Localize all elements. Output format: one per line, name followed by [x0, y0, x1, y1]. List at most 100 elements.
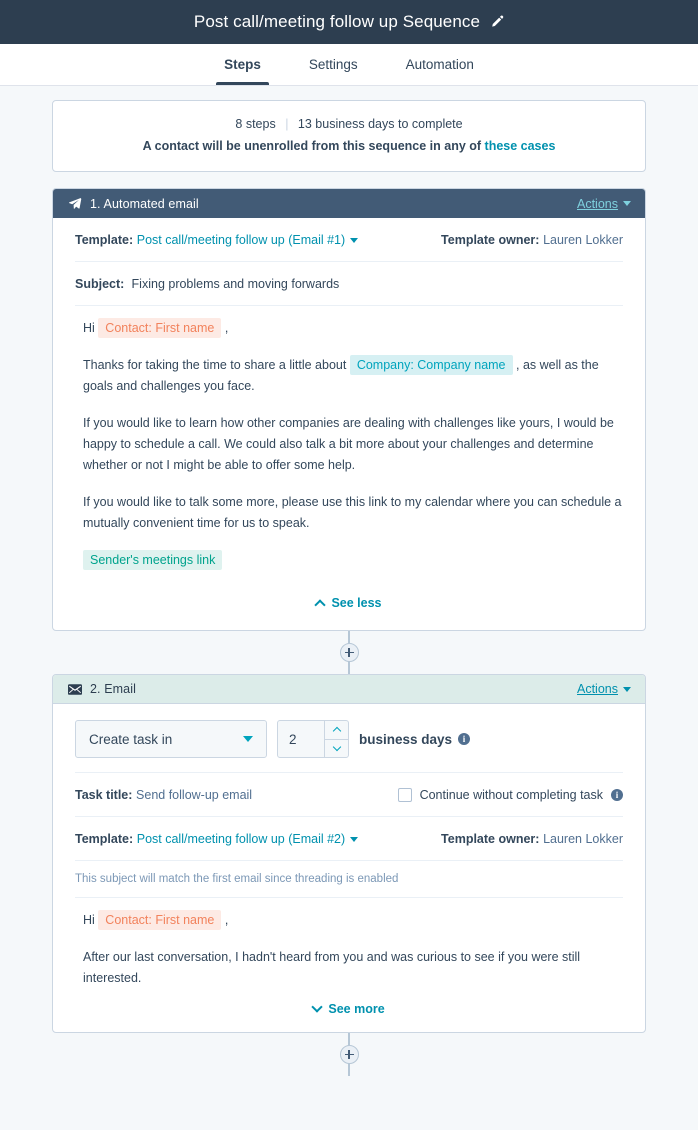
step-2-owner-label: Template owner: — [441, 832, 540, 846]
step-2-template-name: Post call/meeting follow up (Email #2) — [136, 832, 346, 846]
step-1-actions-label: Actions — [577, 196, 618, 211]
add-step-button-2[interactable] — [339, 1045, 359, 1064]
tab-steps-label: Steps — [224, 57, 261, 72]
delay-unit-text: business days i — [359, 731, 471, 747]
step-1-greeting: Hi Contact: First name , — [83, 318, 623, 339]
step-1-owner-label: Template owner: — [441, 233, 540, 247]
step-1-owner-value: Lauren Lokker — [543, 233, 623, 247]
tab-automation[interactable]: Automation — [382, 44, 498, 85]
step-2-actions-label: Actions — [577, 682, 618, 696]
step-2-greeting: Hi Contact: First name , — [83, 910, 623, 931]
step-2-paragraph-1: After our last conversation, I hadn't he… — [83, 950, 581, 985]
chevron-down-icon — [350, 237, 359, 243]
app-header: Post call/meeting follow up Sequence — [0, 0, 698, 44]
step-2-see-more-toggle[interactable]: See more — [75, 995, 623, 1032]
unenroll-cases-link[interactable]: these cases — [485, 139, 556, 153]
unenroll-text: A contact will be unenrolled from this s… — [142, 139, 485, 153]
summary-steps-count: 8 steps — [235, 117, 276, 131]
tab-automation-label: Automation — [405, 57, 474, 72]
step-2-task-title-row: Task title: Send follow-up email Continu… — [75, 773, 623, 817]
continue-without-task-checkbox[interactable] — [397, 787, 412, 802]
chevron-down-icon — [623, 201, 631, 206]
step-card-2: 2. Email Actions Create task in 2 busine… — [52, 674, 646, 1033]
connector-1 — [0, 631, 698, 674]
step-1-p1-before: Thanks for taking the time to share a li… — [83, 358, 347, 372]
connector-2 — [0, 1033, 698, 1076]
step-1-paragraph-1: Thanks for taking the time to share a li… — [83, 355, 623, 397]
chevron-down-icon — [243, 736, 253, 742]
delay-days-stepper[interactable]: 2 — [277, 720, 349, 758]
step-1-template-label: Template: — [75, 233, 134, 247]
sequence-summary-card: 8 steps | 13 business days to complete A… — [52, 100, 646, 172]
step-1-email-body: Hi Contact: First name , Thanks for taki… — [75, 306, 623, 577]
add-step-button-1[interactable] — [339, 643, 359, 662]
step-1-paragraph-3: If you would like to talk some more, ple… — [83, 495, 622, 530]
step-1-subject-row: Subject: Fixing problems and moving forw… — [75, 262, 623, 306]
step-1-paragraph-2: If you would like to learn how other com… — [83, 416, 614, 472]
step-2-title: 2. Email — [90, 682, 136, 696]
summary-separator: | — [285, 117, 289, 131]
step-1-see-less-toggle[interactable]: See less — [75, 577, 623, 630]
step-2-template-link[interactable]: Post call/meeting follow up (Email #2) — [136, 832, 359, 846]
continue-without-task-row[interactable]: Continue without completing task i — [397, 787, 623, 802]
task-type-select-value: Create task in — [89, 731, 173, 747]
plus-icon — [348, 648, 350, 657]
step-1-template-row: Template: Post call/meeting follow up (E… — [75, 218, 623, 262]
delay-days-value[interactable]: 2 — [278, 721, 324, 757]
step-2-greeting-suffix: , — [224, 913, 229, 927]
token-company-name[interactable]: Company: Company name — [349, 355, 513, 375]
chevron-down-icon — [311, 1001, 324, 1013]
paper-plane-icon — [67, 197, 82, 211]
steps-content: 8 steps | 13 business days to complete A… — [0, 86, 698, 1076]
summary-duration: 13 business days to complete — [297, 117, 463, 131]
pencil-icon[interactable] — [490, 15, 504, 29]
step-card-1: 1. Automated email Actions Template: Pos… — [52, 188, 646, 631]
step-2-email-body: Hi Contact: First name , After our last … — [75, 898, 623, 995]
step-2-threading-note: This subject will match the first email … — [75, 861, 623, 898]
token-contact-first-name[interactable]: Contact: First name — [98, 318, 222, 338]
step-1-meeting-link-row: Sender's meetings link — [83, 550, 623, 571]
step-2-task-title-label: Task title: — [75, 788, 133, 802]
chevron-up-icon — [332, 726, 341, 735]
unenroll-notice: A contact will be unenrolled from this s… — [73, 139, 625, 153]
info-icon[interactable]: i — [458, 733, 471, 745]
envelope-icon — [67, 682, 82, 696]
tab-settings[interactable]: Settings — [285, 44, 382, 85]
step-1-subject-label: Subject: — [75, 277, 125, 291]
tab-settings-label: Settings — [308, 57, 358, 72]
step-2-delay-row: Create task in 2 business days i — [75, 704, 623, 773]
delay-unit-label: business days — [359, 731, 453, 747]
page-title: Post call/meeting follow up Sequence — [193, 12, 481, 31]
chevron-down-icon — [350, 836, 359, 842]
step-2-header: 2. Email Actions — [53, 675, 645, 704]
plus-icon — [348, 1050, 350, 1059]
token-senders-meetings-link[interactable]: Sender's meetings link — [83, 550, 223, 570]
step-2-greeting-prefix: Hi — [83, 913, 95, 927]
chevron-down-icon — [623, 686, 631, 692]
step-1-toggle-label: See less — [331, 596, 382, 610]
stepper-increment-button[interactable] — [325, 721, 348, 740]
continue-without-task-label: Continue without completing task — [419, 787, 603, 802]
step-1-template-name: Post call/meeting follow up (Email #1) — [136, 233, 346, 247]
token-contact-first-name[interactable]: Contact: First name — [98, 910, 222, 930]
step-2-toggle-label: See more — [328, 1002, 385, 1016]
tab-bar: Steps Settings Automation — [0, 44, 698, 86]
task-type-select[interactable]: Create task in — [75, 720, 267, 758]
step-1-body: Template: Post call/meeting follow up (E… — [53, 218, 645, 630]
step-2-task-title-value: Send follow-up email — [136, 788, 253, 802]
step-1-actions-button[interactable]: Actions — [577, 197, 631, 211]
stepper-arrows — [324, 721, 348, 757]
step-1-title: 1. Automated email — [90, 196, 199, 211]
step-2-template-row: Template: Post call/meeting follow up (E… — [75, 817, 623, 861]
info-icon[interactable]: i — [611, 788, 623, 801]
stepper-decrement-button[interactable] — [325, 740, 348, 758]
tab-steps[interactable]: Steps — [200, 44, 285, 85]
step-1-greeting-suffix: , — [224, 321, 229, 335]
step-2-actions-button[interactable]: Actions — [577, 682, 631, 696]
summary-stats: 8 steps | 13 business days to complete — [73, 117, 625, 131]
step-2-owner-value: Lauren Lokker — [543, 832, 623, 846]
step-1-template-link[interactable]: Post call/meeting follow up (Email #1) — [136, 233, 359, 247]
chevron-down-icon — [332, 743, 341, 752]
chevron-up-icon — [314, 599, 327, 611]
step-1-greeting-prefix: Hi — [83, 321, 95, 335]
